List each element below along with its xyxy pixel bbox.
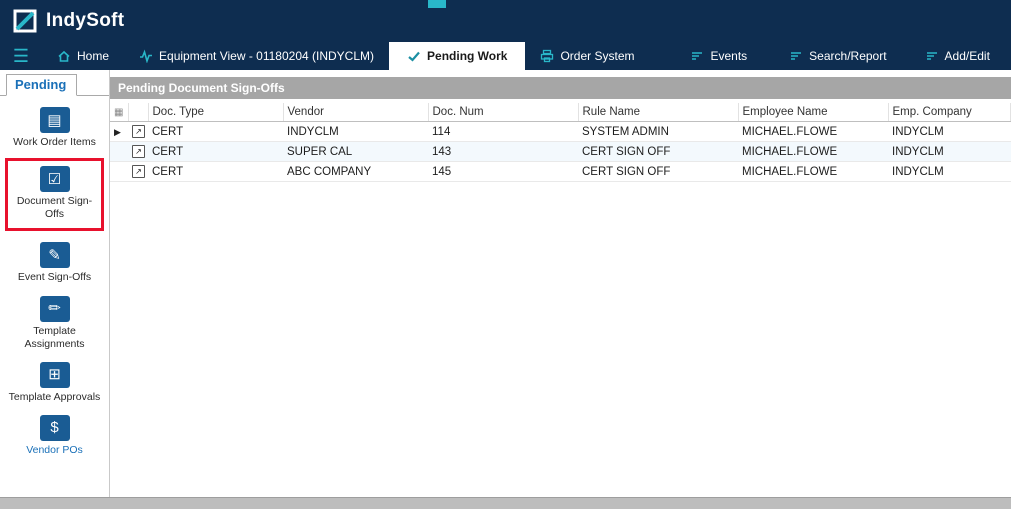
column-header-doc-num[interactable]: Doc. Num: [428, 103, 578, 122]
cell-vendor: ABC COMPANY: [283, 162, 428, 182]
sidebar-item-label: Document Sign-Offs: [9, 195, 100, 221]
top-accent-mark: [428, 0, 446, 8]
sidebar-item-work-order-items[interactable]: ▤ Work Order Items: [0, 107, 109, 149]
row-selector-header: ▦: [110, 103, 128, 122]
grid-options-icon[interactable]: ▦: [114, 107, 123, 118]
sidebar-item-label: Vendor POs: [0, 444, 109, 457]
nav-item-label: Events: [710, 49, 747, 63]
cell-doc-num: 114: [428, 122, 578, 142]
nav-item-label: Search/Report: [809, 49, 886, 63]
cell-emp-company: INDYCLM: [888, 122, 1011, 142]
pending-sign-offs-table: ▦ Doc. Type Vendor Doc. Num Rule Name Em…: [110, 103, 1011, 182]
template-assignments-icon: ✏: [40, 296, 70, 322]
status-bar: [0, 497, 1011, 509]
nav-item-equipment-view[interactable]: Equipment View - 01180204 (INDYCLM): [124, 42, 389, 70]
row-selector-cell: [110, 162, 128, 182]
cell-doc-type: CERT: [148, 142, 283, 162]
cell-rule-name: CERT SIGN OFF: [578, 162, 738, 182]
cell-emp-company: INDYCLM: [888, 142, 1011, 162]
cell-doc-num: 143: [428, 142, 578, 162]
sidebar-item-label: Work Order Items: [0, 136, 109, 149]
doc-icon-cell: ↗: [128, 142, 148, 162]
nav-item-label: Add/Edit: [945, 49, 990, 63]
check-icon: [407, 49, 421, 63]
column-header-rule-name[interactable]: Rule Name: [578, 103, 738, 122]
sidebar-item-document-sign-offs[interactable]: ☑ Document Sign-Offs: [5, 158, 104, 231]
table-row[interactable]: ▶ ↗ CERT INDYCLM 114 SYSTEM ADMIN MICHAE…: [110, 122, 1011, 142]
cell-employee-name: MICHAEL.FLOWE: [738, 122, 888, 142]
column-header-employee-name[interactable]: Employee Name: [738, 103, 888, 122]
cell-vendor: SUPER CAL: [283, 142, 428, 162]
cell-employee-name: MICHAEL.FLOWE: [738, 142, 888, 162]
nav-item-label: Home: [77, 49, 109, 63]
template-approvals-icon: ⊞: [40, 362, 70, 388]
cell-rule-name: CERT SIGN OFF: [578, 142, 738, 162]
sidebar-item-template-approvals[interactable]: ⊞ Template Approvals: [0, 362, 109, 404]
nav-item-pending-work[interactable]: Pending Work: [389, 42, 525, 70]
cell-emp-company: INDYCLM: [888, 162, 1011, 182]
open-document-icon[interactable]: ↗: [132, 165, 145, 178]
nav-item-label: Order System: [560, 49, 634, 63]
selected-row-arrow-icon: ▶: [114, 127, 121, 137]
page-title: Pending Document Sign-Offs: [110, 77, 1011, 99]
events-icon: [690, 49, 704, 63]
nav-item-label: Pending Work: [427, 49, 507, 63]
row-selector-cell: ▶: [110, 122, 128, 142]
open-document-icon[interactable]: ↗: [132, 145, 145, 158]
table-row[interactable]: ↗ CERT SUPER CAL 143 CERT SIGN OFF MICHA…: [110, 142, 1011, 162]
doc-icon-cell: ↗: [128, 122, 148, 142]
open-document-icon[interactable]: ↗: [132, 125, 145, 138]
cell-rule-name: SYSTEM ADMIN: [578, 122, 738, 142]
doc-icon-header: [128, 103, 148, 122]
equipment-view-icon: [139, 49, 153, 63]
doc-icon-cell: ↗: [128, 162, 148, 182]
sidebar-item-label: Template Assignments: [0, 325, 109, 351]
cell-doc-type: CERT: [148, 122, 283, 142]
top-brand-bar: IndySoft: [0, 0, 1011, 42]
indysoft-logo: IndySoft: [12, 8, 124, 34]
main-content: Pending Document Sign-Offs ▦ Doc. Type V…: [110, 70, 1011, 497]
nav-item-events[interactable]: Events: [675, 42, 762, 70]
sidebar-title-row: Pending: [0, 74, 109, 96]
sidebar-item-event-sign-offs[interactable]: ✎ Event Sign-Offs: [0, 242, 109, 284]
table-header-row: ▦ Doc. Type Vendor Doc. Num Rule Name Em…: [110, 103, 1011, 122]
sidebar-tab-pending[interactable]: Pending: [6, 74, 77, 96]
sidebar-item-label: Event Sign-Offs: [0, 271, 109, 284]
indysoft-logo-icon: [12, 8, 38, 34]
sidebar-item-vendor-pos[interactable]: $ Vendor POs: [0, 415, 109, 457]
nav-item-search-report[interactable]: Search/Report: [774, 42, 901, 70]
nav-item-home[interactable]: Home: [42, 42, 124, 70]
column-header-emp-company[interactable]: Emp. Company: [888, 103, 1011, 122]
pending-sidebar: Pending ▤ Work Order Items ☑ Document Si…: [0, 70, 110, 497]
cell-doc-num: 145: [428, 162, 578, 182]
add-edit-icon: [925, 49, 939, 63]
row-selector-cell: [110, 142, 128, 162]
nav-item-label: Equipment View - 01180204 (INDYCLM): [159, 49, 374, 63]
sidebar-item-template-assignments[interactable]: ✏ Template Assignments: [0, 296, 109, 351]
cell-vendor: INDYCLM: [283, 122, 428, 142]
event-sign-offs-icon: ✎: [40, 242, 70, 268]
nav-item-order-system[interactable]: Order System: [525, 42, 649, 70]
document-sign-offs-icon: ☑: [40, 166, 70, 192]
search-report-icon: [789, 49, 803, 63]
work-order-items-icon: ▤: [40, 107, 70, 133]
hamburger-menu-icon[interactable]: ☰: [0, 42, 42, 70]
column-header-doc-type[interactable]: Doc. Type: [148, 103, 283, 122]
column-header-vendor[interactable]: Vendor: [283, 103, 428, 122]
sidebar-item-label: Template Approvals: [0, 391, 109, 404]
vendor-pos-icon: $: [40, 415, 70, 441]
table-row[interactable]: ↗ CERT ABC COMPANY 145 CERT SIGN OFF MIC…: [110, 162, 1011, 182]
cell-employee-name: MICHAEL.FLOWE: [738, 162, 888, 182]
home-icon: [57, 49, 71, 63]
cell-doc-type: CERT: [148, 162, 283, 182]
main-nav: ☰ Home Equipment View - 01180204 (INDYCL…: [0, 42, 1011, 70]
order-system-icon: [540, 49, 554, 63]
nav-item-add-edit[interactable]: Add/Edit: [910, 42, 1005, 70]
brand-title: IndySoft: [46, 10, 124, 32]
